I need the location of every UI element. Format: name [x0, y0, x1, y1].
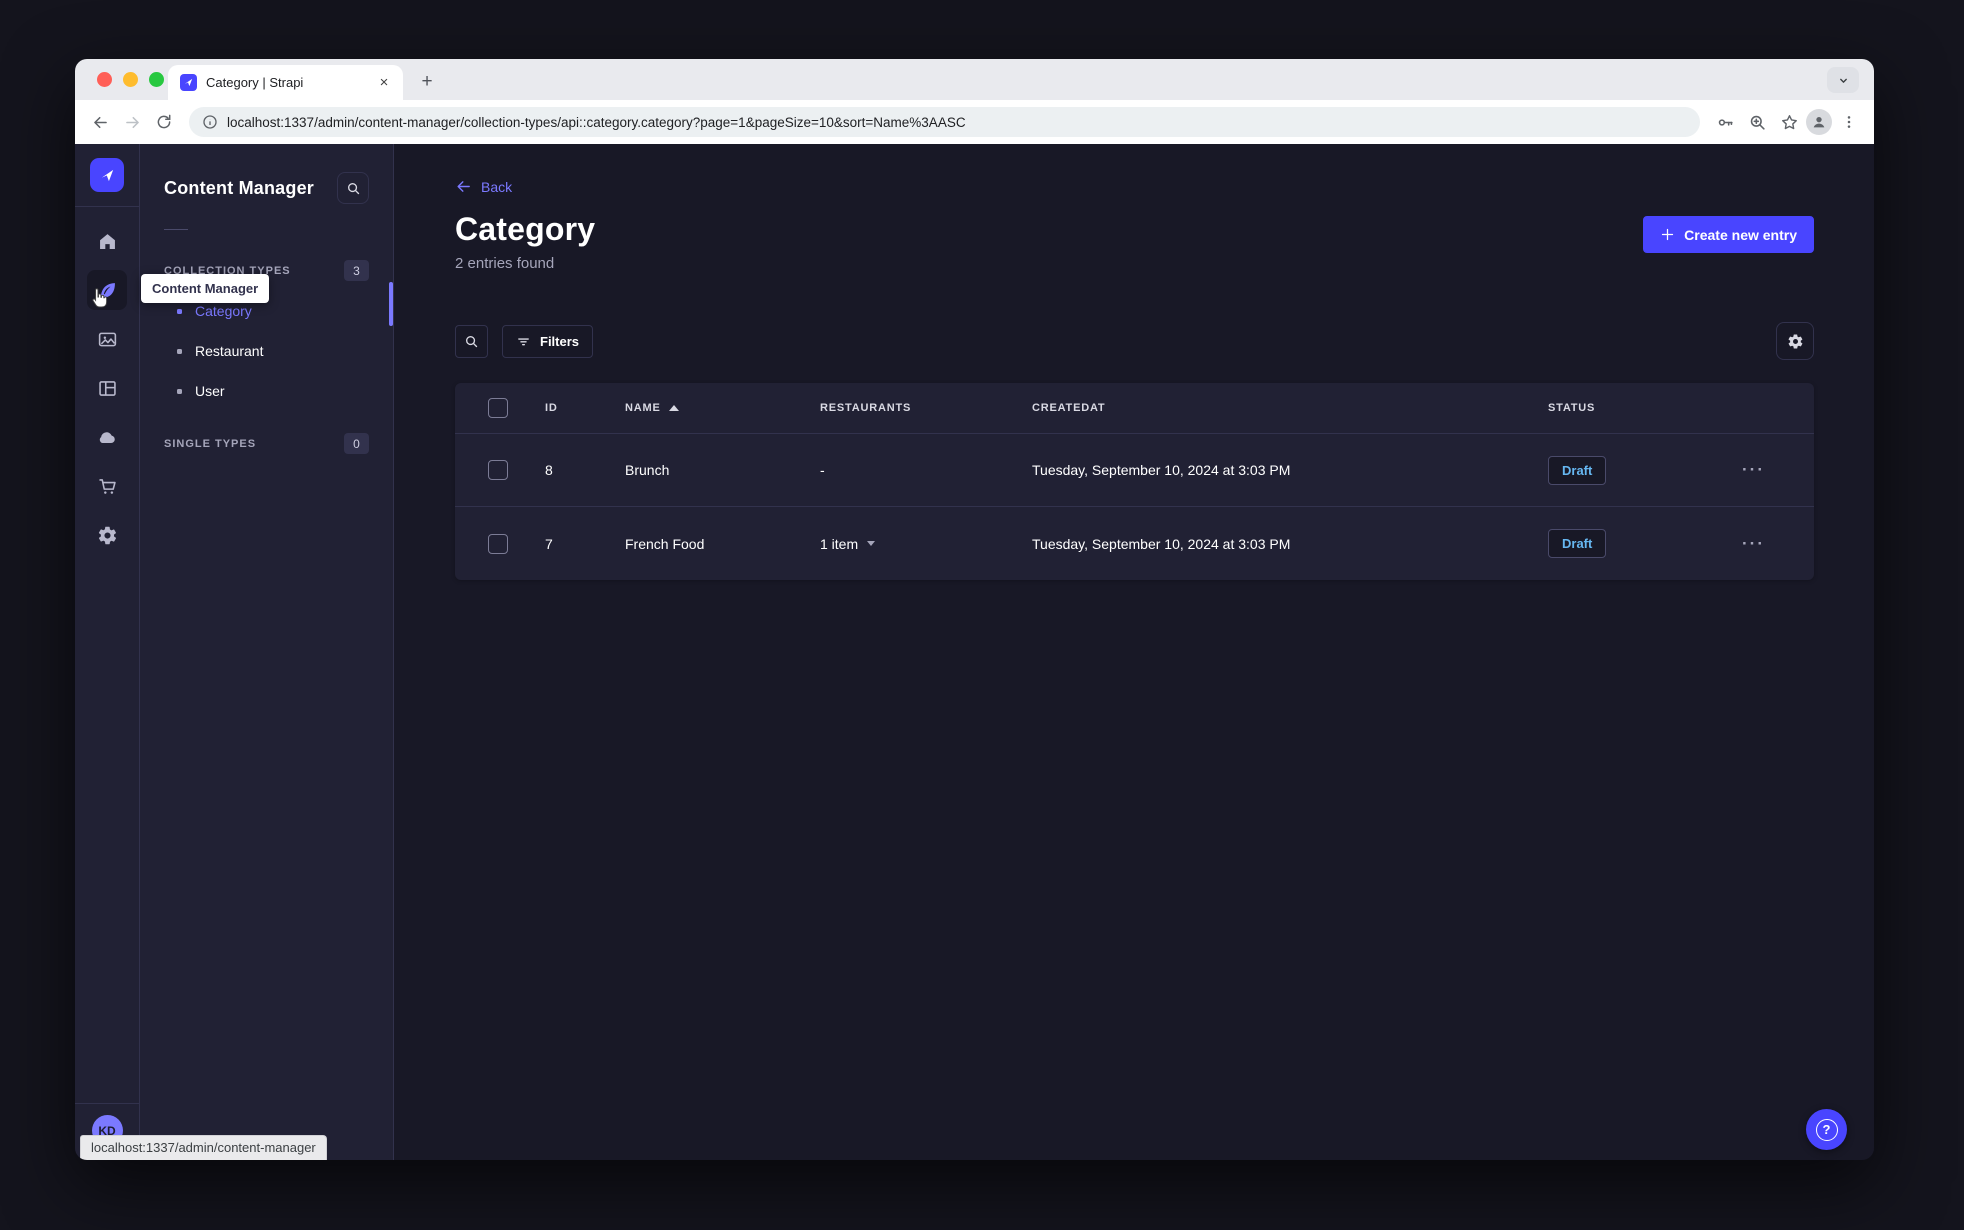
- subnav-item-label: Restaurant: [195, 343, 264, 359]
- cell-createdat: Tuesday, September 10, 2024 at 3:03 PM: [1032, 462, 1291, 478]
- logo-section: [75, 144, 139, 207]
- column-header-restaurants[interactable]: RESTAURANTS: [820, 402, 1032, 414]
- subnav-item-label: Category: [195, 303, 252, 319]
- column-header-status[interactable]: STATUS: [1548, 402, 1742, 414]
- single-types-label: SINGLE TYPES: [164, 437, 257, 450]
- filters-button[interactable]: Filters: [502, 324, 594, 358]
- table-header-row: ID NAME RESTAURANTS CREATEDAT STATUS: [455, 383, 1814, 434]
- table-row[interactable]: 7 French Food 1 item Tuesday, September …: [455, 507, 1814, 580]
- cell-createdat: Tuesday, September 10, 2024 at 3:03 PM: [1032, 535, 1291, 552]
- maximize-window-button[interactable]: [149, 72, 164, 87]
- create-new-entry-button[interactable]: Create new entry: [1643, 216, 1814, 253]
- tab-strip: Category | Strapi × +: [75, 59, 1874, 100]
- row-actions-menu[interactable]: ···: [1742, 461, 1765, 478]
- row-checkbox[interactable]: [488, 460, 508, 480]
- tab-close-icon[interactable]: ×: [375, 74, 393, 92]
- table-row[interactable]: 8 Brunch - Tuesday, September 10, 2024 a…: [455, 434, 1814, 507]
- entries-count: 2 entries found: [455, 255, 555, 272]
- forward-icon[interactable]: [117, 107, 147, 137]
- link-preview-status-bar: localhost:1337/admin/content-manager: [80, 1135, 327, 1160]
- plus-icon: [1662, 228, 1674, 241]
- status-badge: Draft: [1548, 529, 1607, 558]
- url-text[interactable]: localhost:1337/admin/content-manager/col…: [227, 115, 966, 130]
- sidebar-item-settings[interactable]: [87, 515, 127, 555]
- back-label: Back: [481, 178, 513, 195]
- help-button[interactable]: ?: [1806, 1109, 1847, 1150]
- table-search-button[interactable]: [455, 324, 488, 358]
- row-checkbox[interactable]: [488, 533, 508, 554]
- subnav-item-restaurant[interactable]: Restaurant: [140, 331, 393, 371]
- chevron-down-icon: [867, 541, 876, 546]
- back-icon[interactable]: [85, 107, 115, 137]
- cell-name: Brunch: [625, 462, 670, 478]
- column-header-name[interactable]: NAME: [625, 402, 820, 414]
- cell-name: French Food: [625, 535, 705, 552]
- bullet-icon: [177, 308, 182, 314]
- cell-id: 8: [545, 462, 553, 478]
- strapi-favicon: [180, 74, 197, 91]
- sidebar-item-content-type-builder[interactable]: [87, 368, 127, 408]
- close-window-button[interactable]: [97, 72, 112, 87]
- subnav-scrollbar-thumb[interactable]: [389, 282, 393, 326]
- browser-tab[interactable]: Category | Strapi ×: [168, 65, 403, 100]
- main-content: Back Category 2 entries found Create new…: [394, 144, 1874, 1160]
- subnav-divider: [164, 229, 188, 230]
- browser-toolbar: localhost:1337/admin/content-manager/col…: [75, 100, 1874, 144]
- url-bar[interactable]: localhost:1337/admin/content-manager/col…: [189, 107, 1700, 137]
- status-badge: Draft: [1548, 455, 1607, 485]
- strapi-app: KD Content Manager COLLECTION TYPES 3 Ca…: [75, 144, 1874, 1160]
- entries-table: ID NAME RESTAURANTS CREATEDAT STATUS 8 B…: [455, 383, 1814, 580]
- cell-restaurants[interactable]: 1 item: [820, 536, 1032, 552]
- subnav-title: Content Manager: [164, 177, 315, 198]
- bullet-icon: [177, 388, 182, 394]
- traffic-lights: [97, 72, 164, 87]
- page-title: Category: [455, 211, 596, 247]
- strapi-logo[interactable]: [90, 158, 124, 192]
- select-all-checkbox[interactable]: [488, 398, 508, 418]
- single-types-count-badge: 0: [344, 433, 369, 454]
- subnav-item-user[interactable]: User: [140, 371, 393, 411]
- back-link[interactable]: Back: [455, 178, 512, 195]
- filter-icon: [518, 337, 529, 345]
- tab-search-chevron-icon[interactable]: [1827, 67, 1859, 93]
- collection-types-count-badge: 3: [344, 260, 369, 281]
- browser-menu-dots-icon[interactable]: [1834, 107, 1864, 137]
- page-info-icon[interactable]: [202, 114, 218, 130]
- sidebar-item-cloud[interactable]: [87, 417, 127, 457]
- cell-restaurants: -: [820, 462, 825, 478]
- column-header-id[interactable]: ID: [545, 402, 625, 414]
- subnav-search-button[interactable]: [337, 172, 369, 204]
- zoom-icon[interactable]: [1742, 107, 1772, 137]
- new-tab-button[interactable]: +: [413, 68, 441, 96]
- row-actions-menu[interactable]: ···: [1742, 535, 1765, 552]
- arrow-left-icon: [457, 181, 470, 192]
- reload-icon[interactable]: [149, 107, 179, 137]
- subnav-item-label: User: [195, 383, 225, 399]
- sidebar-item-marketplace[interactable]: [87, 466, 127, 506]
- sidebar-item-media-library[interactable]: [87, 319, 127, 359]
- sidebar-item-home[interactable]: [87, 221, 127, 261]
- bullet-icon: [177, 348, 182, 354]
- gear-icon: [1788, 333, 1802, 349]
- create-button-label: Create new entry: [1684, 226, 1797, 243]
- minimize-window-button[interactable]: [123, 72, 138, 87]
- browser-profile-avatar[interactable]: [1806, 109, 1832, 135]
- content-manager-tooltip: Content Manager: [141, 274, 270, 303]
- column-header-createdat[interactable]: CREATEDAT: [1032, 402, 1548, 414]
- view-settings-button[interactable]: [1776, 322, 1814, 360]
- question-mark-icon: ?: [1815, 1118, 1838, 1141]
- bookmark-star-icon[interactable]: [1774, 107, 1804, 137]
- passwords-key-icon[interactable]: [1710, 107, 1740, 137]
- browser-window: Category | Strapi × + localhost:1337/adm…: [75, 59, 1874, 1160]
- filters-label: Filters: [540, 333, 580, 349]
- cell-id: 7: [545, 535, 553, 552]
- sort-ascending-icon: [668, 405, 679, 411]
- tab-title: Category | Strapi: [206, 75, 304, 90]
- mouse-cursor: [88, 287, 109, 309]
